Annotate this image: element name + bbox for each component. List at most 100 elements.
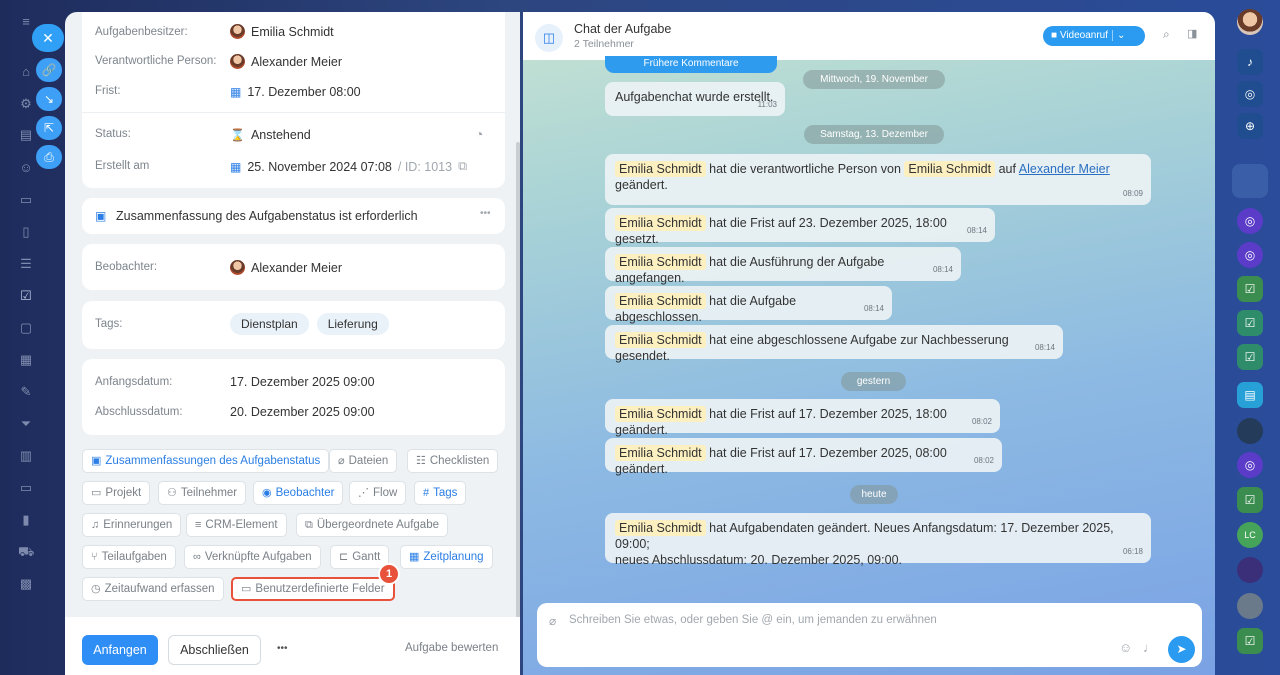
- task-chat-icon[interactable]: ☑: [1237, 310, 1263, 336]
- rate-task-link[interactable]: Aufgabe bewerten: [405, 642, 498, 654]
- message-time: 08:14: [863, 304, 884, 313]
- mention-name[interactable]: Emilia Schmidt: [904, 161, 996, 177]
- pen-icon[interactable]: ✎: [18, 384, 34, 400]
- finish-button[interactable]: Abschließen: [168, 635, 261, 665]
- card-icon[interactable]: ▭: [18, 192, 34, 208]
- mention-name[interactable]: Emilia Schmidt: [615, 332, 706, 348]
- print-icon[interactable]: ⎙: [36, 145, 62, 169]
- chat-icon[interactable]: ▢: [18, 320, 34, 336]
- building-icon[interactable]: ▥: [18, 448, 34, 464]
- chip-flow[interactable]: ⋰ Flow: [349, 481, 407, 505]
- chip-files[interactable]: ⌀ Dateien: [329, 449, 398, 473]
- grid-icon[interactable]: ▩: [18, 576, 34, 592]
- search-chat-icon[interactable]: ⊕: [1237, 113, 1263, 139]
- avatar[interactable]: [1237, 418, 1263, 444]
- box-icon[interactable]: ▭: [18, 480, 34, 496]
- paperclip-icon[interactable]: ⌀: [549, 614, 556, 628]
- group-chat-icon[interactable]: ◎: [1237, 242, 1263, 268]
- avatar[interactable]: [1237, 593, 1263, 619]
- chip-checklists[interactable]: ☷ Checklisten: [407, 449, 499, 473]
- summary-card[interactable]: ▣ Zusammenfassung des Aufgabenstatus ist…: [82, 198, 505, 234]
- lc-avatar[interactable]: LC: [1237, 522, 1263, 548]
- observer-value[interactable]: Alexander Meier: [230, 260, 342, 275]
- calendar-icon[interactable]: ▦: [18, 352, 34, 368]
- mention-name[interactable]: Emilia Schmidt: [615, 293, 706, 309]
- arrow-down-right-icon[interactable]: ↘: [36, 87, 62, 111]
- responsible-value[interactable]: Alexander Meier: [230, 54, 342, 69]
- mention-name[interactable]: Emilia Schmidt: [615, 520, 706, 536]
- mention-name[interactable]: Emilia Schmidt: [615, 254, 706, 270]
- user-avatar[interactable]: [1237, 9, 1263, 35]
- list-icon[interactable]: ☰: [18, 256, 34, 272]
- timer-icon[interactable]: ◔: [475, 126, 483, 142]
- chip-crm-element[interactable]: ≡ CRM-Element: [186, 513, 287, 537]
- user-link[interactable]: Alexander Meier: [1019, 162, 1110, 176]
- scrollbar[interactable]: [516, 142, 520, 622]
- start-date-value[interactable]: 17. Dezember 2025 09:00: [230, 375, 375, 389]
- group-chat-icon[interactable]: ◎: [1237, 452, 1263, 478]
- bell-icon[interactable]: ♪: [1237, 49, 1263, 75]
- filter-icon[interactable]: ⏷: [18, 416, 34, 432]
- microphone-icon[interactable]: ♩: [1143, 640, 1156, 655]
- task-chat-icon[interactable]: ☑: [1237, 344, 1263, 370]
- step-badge: 1: [378, 563, 400, 585]
- avatar[interactable]: [1237, 557, 1263, 583]
- tag-chip[interactable]: Lieferung: [316, 313, 389, 335]
- file-icon[interactable]: ▯: [18, 224, 34, 240]
- chip-observers[interactable]: ◉ Beobachter: [253, 481, 344, 505]
- settings-icon[interactable]: ⚙: [18, 96, 34, 112]
- chevron-down-icon[interactable]: ⌄: [1112, 30, 1126, 41]
- end-date-value[interactable]: 20. Dezember 2025 09:00: [230, 405, 375, 419]
- owner-value[interactable]: Emilia Schmidt: [230, 24, 334, 39]
- chip-tags[interactable]: # Tags: [414, 481, 467, 505]
- chip-linked-tasks[interactable]: ∞ Verknüpfte Aufgaben: [184, 545, 321, 569]
- more-icon[interactable]: •••: [480, 208, 491, 219]
- chip-subtasks[interactable]: ⑂ Teilaufgaben: [82, 545, 176, 569]
- start-button[interactable]: Anfangen: [82, 635, 158, 665]
- deadline-value[interactable]: ▦ 17. Dezember 08:00: [230, 85, 361, 99]
- chip-reminders[interactable]: ♫ Erinnerungen: [82, 513, 182, 537]
- users-icon[interactable]: ☺: [18, 160, 34, 176]
- tag-chip[interactable]: Dienstplan: [230, 313, 309, 335]
- more-actions-button[interactable]: •••: [277, 643, 288, 654]
- video-call-button[interactable]: ■ Videoanruf ⌄: [1043, 26, 1145, 46]
- message-input[interactable]: Schreiben Sie etwas, oder geben Sie @ ei…: [569, 614, 1169, 626]
- external-link-icon[interactable]: ⇱: [36, 116, 62, 140]
- chat-bubble-icon[interactable]: ▤: [1237, 382, 1263, 408]
- menu-icon[interactable]: ≡: [18, 14, 34, 30]
- target-icon[interactable]: ◎: [1237, 81, 1263, 107]
- earlier-comments-button[interactable]: Frühere Kommentare: [605, 56, 777, 73]
- task-chat-icon[interactable]: ☑: [1237, 276, 1263, 302]
- avatar: [230, 260, 245, 275]
- sidebar-toggle-icon[interactable]: ◨: [1187, 27, 1197, 40]
- search-icon[interactable]: ⌕: [1163, 27, 1170, 42]
- mention-name[interactable]: Emilia Schmidt: [615, 215, 706, 231]
- copy-icon[interactable]: ⧉: [458, 159, 467, 174]
- close-icon[interactable]: ✕: [32, 24, 64, 52]
- link-icon[interactable]: 🔗: [36, 58, 62, 82]
- chart-icon[interactable]: ▮: [18, 512, 34, 528]
- cart-icon[interactable]: ⛟: [18, 544, 34, 560]
- mention-name[interactable]: Emilia Schmidt: [615, 161, 706, 177]
- avatar[interactable]: [1232, 164, 1268, 198]
- task-chat-icon[interactable]: ☑: [1237, 628, 1263, 654]
- task-chat-icon[interactable]: ☑: [1237, 487, 1263, 513]
- tasks-icon[interactable]: ☑: [18, 288, 34, 304]
- chip-time-tracking[interactable]: ◷ Zeitaufwand erfassen: [82, 577, 224, 601]
- home-icon[interactable]: ⌂: [18, 64, 34, 80]
- document-icon[interactable]: ▤: [18, 127, 34, 143]
- chip-parent-task[interactable]: ⧉ Übergeordnete Aufgabe: [296, 513, 448, 537]
- message-time: 08:09: [1122, 189, 1143, 198]
- chip-participants[interactable]: ⚇ Teilnehmer: [158, 481, 247, 505]
- group-chat-icon[interactable]: ◎: [1237, 208, 1263, 234]
- send-icon[interactable]: ➤: [1168, 636, 1195, 663]
- emoji-icon[interactable]: ☺: [1119, 640, 1132, 655]
- chip-project[interactable]: ▭ Projekt: [82, 481, 151, 505]
- chip-status-summaries[interactable]: ▣ Zusammenfassungen des Aufgabenstatus: [82, 449, 330, 473]
- chip-custom-fields[interactable]: ▭ Benutzerdefinierte Felder: [231, 577, 395, 601]
- chat-subtitle[interactable]: 2 Teilnehmer: [574, 38, 634, 50]
- chip-scheduling[interactable]: ▦ Zeitplanung: [400, 545, 493, 569]
- mention-name[interactable]: Emilia Schmidt: [615, 406, 706, 422]
- chat-panel: ◫ Chat der Aufgabe 2 Teilnehmer ■ Videoa…: [523, 12, 1215, 675]
- mention-name[interactable]: Emilia Schmidt: [615, 445, 706, 461]
